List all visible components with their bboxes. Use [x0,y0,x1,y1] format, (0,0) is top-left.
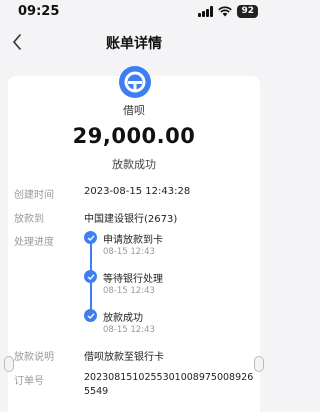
created-time-value: 2023-08-15 12:43:28 [84,186,191,197]
loan-to-value: 中国建设银行(2673) [84,214,178,225]
loan-to-label: 放款到 [14,214,44,225]
status-time: 09:25 [18,4,60,19]
status-icons: 92 [198,5,258,18]
progress-step: 放款成功 08-15 12:43 [84,309,254,345]
progress-label: 处理进度 [14,237,54,248]
nav-bar: 账单详情 [0,26,268,58]
jiebei-logo-icon [119,66,151,98]
step-time: 08-15 12:43 [103,247,155,257]
status-text: 放款成功 [112,158,156,171]
progress-timeline: 申请放款到卡 08-15 12:43 等待银行处理 08-15 12:43 放款… [84,231,254,336]
check-icon [84,309,97,322]
cellular-signal-icon [198,6,214,17]
step-title: 等待银行处理 [103,274,163,285]
amount: 29,000.00 [72,124,196,148]
description-label: 放款说明 [14,352,54,363]
step-title: 放款成功 [103,313,143,324]
created-time-label: 创建时间 [14,190,54,201]
bill-detail-card: 借呗 29,000.00 放款成功 创建时间 2023-08-15 12:43:… [4,66,264,412]
card-notch-left [4,356,14,372]
card-notch-right [254,356,264,372]
progress-step: 申请放款到卡 08-15 12:43 [84,231,254,267]
battery-indicator: 92 [237,5,258,18]
page-title: 账单详情 [106,36,162,52]
step-time: 08-15 12:43 [103,325,155,335]
order-number-label: 订单号 [14,376,44,387]
order-number-value[interactable]: 20230815102553010089750089265549 [84,371,258,399]
step-title: 申请放款到卡 [103,235,163,246]
step-time: 08-15 12:43 [103,286,155,296]
check-icon [84,231,97,244]
progress-step: 等待银行处理 08-15 12:43 [84,270,254,306]
description-value: 借呗放款至银行卡 [84,352,164,363]
wifi-icon [218,6,233,17]
check-icon [84,270,97,283]
merchant-name: 借呗 [123,104,145,117]
status-bar: 09:25 92 [0,0,268,26]
